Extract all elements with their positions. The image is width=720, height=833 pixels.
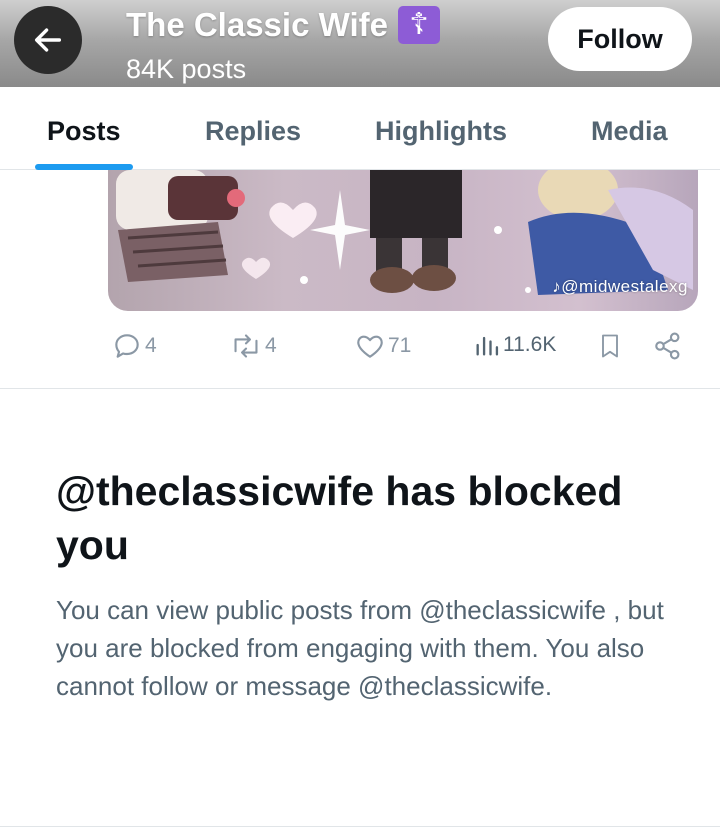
profile-name: The Classic Wife — [126, 6, 388, 43]
views-count: 11.6K — [503, 333, 557, 356]
orthodox-cross-emoji: ☦ — [397, 6, 440, 44]
tab-highlights[interactable]: Highlights — [375, 87, 507, 170]
like-count: 71 — [388, 334, 412, 357]
post-divider — [0, 388, 720, 389]
heart-icon — [357, 335, 383, 358]
blocked-title: @theclassicwife has blocked you — [56, 468, 623, 568]
repost-icon — [234, 334, 258, 358]
follow-button[interactable]: Follow — [548, 7, 692, 71]
share-button[interactable] — [652, 330, 684, 362]
post-media[interactable]: ♪@midwestalexg — [108, 170, 698, 311]
repost-count: 4 — [265, 334, 277, 357]
back-button[interactable] — [14, 6, 82, 74]
bookmark-button[interactable] — [596, 330, 624, 362]
profile-name-row: The Classic Wife ☦ — [126, 6, 440, 44]
tab-media[interactable]: Media — [591, 87, 668, 170]
share-icon — [655, 332, 680, 360]
reply-icon — [115, 334, 139, 358]
arrow-left-icon — [34, 28, 62, 52]
reply-button[interactable]: 4 — [111, 330, 157, 362]
repost-button[interactable]: 4 — [229, 330, 277, 362]
header-text: The Classic Wife ☦ 84K posts — [126, 6, 440, 84]
views-button[interactable]: 11.6K — [473, 330, 556, 360]
views-bar-chart-icon — [476, 336, 499, 356]
bookmark-icon — [602, 334, 618, 358]
tab-replies[interactable]: Replies — [205, 87, 301, 170]
like-button[interactable]: 71 — [354, 330, 411, 362]
reply-count: 4 — [145, 334, 157, 357]
bottom-divider — [0, 826, 720, 827]
profile-tabs: Posts Replies Highlights Media — [0, 87, 720, 170]
profile-header: The Classic Wife ☦ 84K posts Follow — [0, 0, 720, 87]
media-watermark: ♪@midwestalexg — [552, 277, 688, 296]
post-count: 84K posts — [126, 54, 247, 84]
blocked-message: You can view public posts from @theclass… — [56, 595, 664, 701]
profile-page: The Classic Wife ☦ 84K posts Follow Post… — [0, 0, 720, 833]
tab-posts[interactable]: Posts — [47, 87, 121, 170]
